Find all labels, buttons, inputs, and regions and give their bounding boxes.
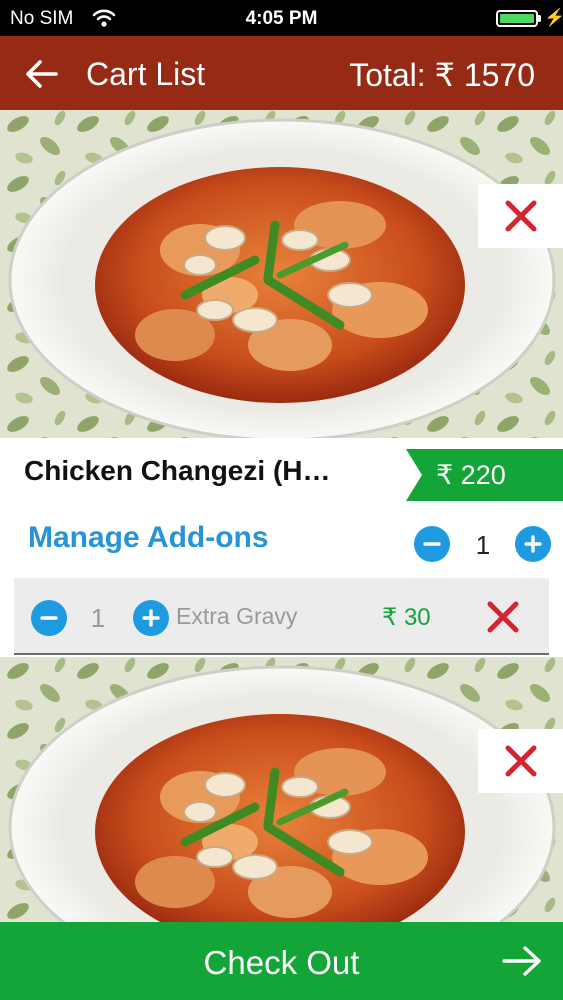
page-title: Cart List xyxy=(86,56,206,92)
battery-tip xyxy=(538,15,541,22)
addon-price: ₹ 30 xyxy=(382,604,431,631)
battery-level xyxy=(500,14,534,23)
battery-icon xyxy=(496,10,538,27)
plus-icon xyxy=(142,609,160,627)
cart-screen: No SIM 4:05 PM ⚡ Cart List Total: ₹ 1570 xyxy=(0,0,563,1000)
plus-icon xyxy=(524,535,542,553)
increase-quantity-button[interactable] xyxy=(515,526,551,562)
addon-name: Extra Gravy xyxy=(176,603,298,629)
checkout-label: Check Out xyxy=(203,944,360,981)
status-time: 4:05 PM xyxy=(245,8,318,29)
item-price: ₹ 220 xyxy=(436,459,506,490)
back-arrow-icon[interactable] xyxy=(24,56,60,92)
charging-bolt-icon: ⚡ xyxy=(544,8,563,27)
arrow-right-icon xyxy=(502,946,541,976)
minus-icon xyxy=(40,616,58,620)
item-price-tag: ₹ 220 xyxy=(406,449,563,501)
status-bar: No SIM 4:05 PM ⚡ xyxy=(0,0,563,36)
checkout-button[interactable]: Check Out xyxy=(0,922,563,1000)
remove-addon-button[interactable] xyxy=(486,600,520,634)
addon-row: 1 Extra Gravy ₹ 30 xyxy=(14,578,549,655)
addon-decrease-button[interactable] xyxy=(31,600,67,636)
item-name: Chicken Changezi (H… xyxy=(24,455,331,486)
food-image xyxy=(0,110,563,438)
app-header: Cart List Total: ₹ 1570 xyxy=(0,36,563,110)
close-icon xyxy=(505,745,536,777)
addon-quantity: 1 xyxy=(90,603,106,633)
remove-item-button[interactable] xyxy=(478,184,563,248)
decrease-quantity-button[interactable] xyxy=(414,526,450,562)
item-quantity: 1 xyxy=(475,530,491,560)
remove-item-button[interactable] xyxy=(478,729,563,793)
close-icon xyxy=(505,200,536,232)
minus-icon xyxy=(423,542,441,546)
addon-increase-button[interactable] xyxy=(133,600,169,636)
cart-total: Total: ₹ 1570 xyxy=(349,57,535,93)
manage-addons-link[interactable]: Manage Add-ons xyxy=(28,521,269,555)
